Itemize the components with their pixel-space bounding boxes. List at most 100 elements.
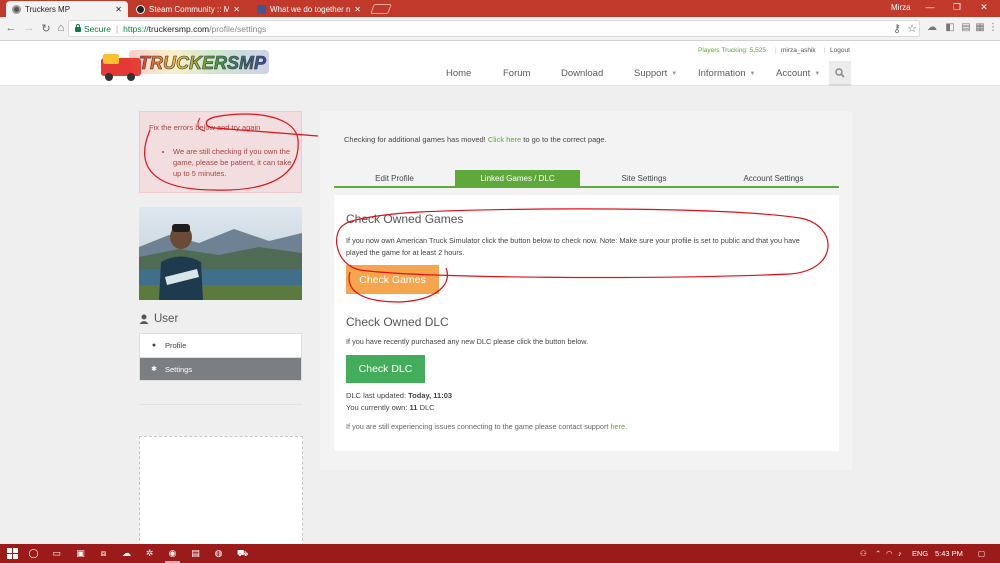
app-game-icon[interactable]: ⛟ [236,547,249,560]
facebook-favicon-icon [257,4,266,14]
nav-home[interactable]: Home [446,68,471,79]
check-dlc-button[interactable]: Check DLC [346,355,425,383]
check-games-button[interactable]: Check Games [346,265,439,294]
gear-icon: ✱ [151,366,157,373]
chrome-icon[interactable]: ◉ [166,547,179,560]
reload-icon[interactable]: ↻ [40,22,52,35]
extension-shield-icon[interactable]: ◧ [944,22,956,33]
browser-profile-name[interactable]: Mirza [891,3,911,12]
user-icon [139,314,149,324]
tray-chevron-icon[interactable]: ⌃ [875,549,881,558]
browser-tab-truckersmp[interactable]: Truckers MP ✕ [6,1,128,17]
people-icon[interactable]: ⚇ [860,549,867,558]
new-tab-button[interactable] [370,4,392,14]
browser-toolbar: ← → ↻ ⌂ Secure | https:// truckersmp.com… [0,17,1000,41]
url-host: truckersmp.com [148,23,210,34]
close-tab-icon[interactable]: ✕ [233,5,240,14]
minimize-icon[interactable]: — [923,2,937,12]
url-scheme: https:// [123,23,149,34]
home-icon[interactable]: ⌂ [55,22,67,34]
error-list: We are still checking if you own the gam… [149,146,292,179]
nav-download[interactable]: Download [561,68,603,79]
site-header: TRUCKERSMP Players Trucking: 5,525 | mir… [0,41,1000,86]
check-owned-dlc-text: If you have recently purchased any new D… [346,337,589,346]
nav-support[interactable]: Support ▼ [634,68,677,79]
tab-edit-profile[interactable]: Edit Profile [334,170,455,187]
nav-account[interactable]: Account ▼ [776,68,820,79]
search-icon [835,67,845,78]
profile-avatar [139,207,302,300]
tab-linked-games-dlc[interactable]: Linked Games / DLC [455,170,580,187]
volume-icon[interactable]: ♪ [898,549,902,558]
menu-icon[interactable]: ⋮ [987,22,999,33]
language-indicator[interactable]: ENG [912,549,928,558]
url-path: /profile/settings [209,23,267,34]
nav-forum[interactable]: Forum [503,68,530,79]
user-side-menu: ● Profile ✱ Settings [139,333,302,381]
username-link[interactable]: mirza_ashik [781,47,816,54]
store-icon[interactable]: ▣ [74,547,87,560]
restore-icon[interactable]: ❐ [950,2,964,13]
wifi-icon[interactable]: ◠ [886,549,893,558]
sidebar-item-settings[interactable]: ✱ Settings [140,357,301,380]
site-search-button[interactable] [829,61,851,86]
dlc-owned-count: You currently own: 11 DLC [346,403,435,412]
check-owned-games-heading: Check Owned Games [346,212,464,226]
notifications-icon[interactable]: ▢ [978,549,985,558]
browser-tab-bar: Truckers MP ✕ Steam Community :: Mirz ✕ … [0,0,1000,17]
user-icon: ● [151,342,157,349]
clock-time[interactable]: 5:43 PM [935,549,963,558]
key-icon[interactable]: ⚷ [891,22,903,35]
logout-link[interactable]: Logout [830,47,850,54]
sidebar-placeholder-box [139,436,303,546]
address-bar[interactable]: Secure | https:// truckersmp.com /profil… [68,20,920,37]
task-view-icon[interactable]: ▭ [50,547,63,560]
nav-information[interactable]: Information ▼ [698,68,755,79]
app-photos-icon[interactable]: ▤ [189,547,202,560]
close-window-icon[interactable]: ✕ [977,2,991,13]
tab-account-settings[interactable]: Account Settings [708,170,839,187]
firefox-icon[interactable]: ◍ [212,547,225,560]
chevron-down-icon: ▼ [814,71,821,77]
extension-cloud-icon[interactable]: ☁ [926,22,938,33]
avatar-photo [139,207,302,300]
settings-tabs: Edit Profile Linked Games / DLC Site Set… [334,170,839,188]
browser-tab-facebook[interactable]: What we do together ma ✕ [251,1,367,17]
games-moved-notice: Checking for additional games has moved!… [344,135,607,144]
chevron-down-icon: ▼ [749,71,756,77]
windows-taskbar: ◯ ▭ ▣ ⧈ ☁ ✲ ◉ ▤ ◍ ⛟ ⚇ ⌃ ◠ ♪ ENG 5:43 PM … [0,544,1000,563]
forward-arrow-icon[interactable]: → [23,22,35,34]
error-alert: Fix the errors below and try again We ar… [139,111,302,193]
tab-site-settings[interactable]: Site Settings [580,170,708,187]
secure-indicator[interactable]: Secure [75,24,111,34]
truckersmp-logo[interactable]: TRUCKERSMP [99,46,274,82]
truckersmp-favicon-icon [12,4,21,14]
settings-gear-icon[interactable]: ✲ [143,547,156,560]
support-here-link[interactable]: here. [610,422,627,431]
close-tab-icon[interactable]: ✕ [354,5,361,14]
svg-text:TRUCKERSMP: TRUCKERSMP [139,53,267,73]
star-icon[interactable]: ☆ [906,22,918,35]
back-arrow-icon[interactable]: ← [5,22,17,34]
extension-doc-icon[interactable]: ▦ [974,22,986,33]
sidebar-item-profile[interactable]: ● Profile [140,334,301,357]
cortana-search-icon[interactable]: ◯ [27,547,40,560]
browser-tab-steam[interactable]: Steam Community :: Mirz ✕ [130,1,246,17]
close-tab-icon[interactable]: ✕ [115,5,122,14]
windows-start-icon[interactable] [6,547,19,560]
lock-icon [75,24,81,32]
app-cloud-icon[interactable]: ☁ [120,547,133,560]
app-teamviewer-icon[interactable]: ⧈ [97,547,110,560]
user-section-heading: User [139,313,178,325]
chevron-down-icon: ▼ [671,71,678,77]
support-notice: If you are still experiencing issues con… [346,422,628,431]
check-owned-dlc-heading: Check Owned DLC [346,315,449,329]
error-title: Fix the errors below and try again [149,123,261,132]
players-trucking: Players Trucking: 5,525 [698,47,766,54]
check-owned-games-text: If you now own American Truck Simulator … [346,236,800,257]
click-here-link[interactable]: Click here [488,135,521,144]
steam-favicon-icon [136,4,145,14]
extension-pdf-icon[interactable]: ▤ [960,22,972,33]
error-item: We are still checking if you own the gam… [173,146,292,179]
dlc-last-updated: DLC last updated: Today, 11:03 [346,391,453,400]
